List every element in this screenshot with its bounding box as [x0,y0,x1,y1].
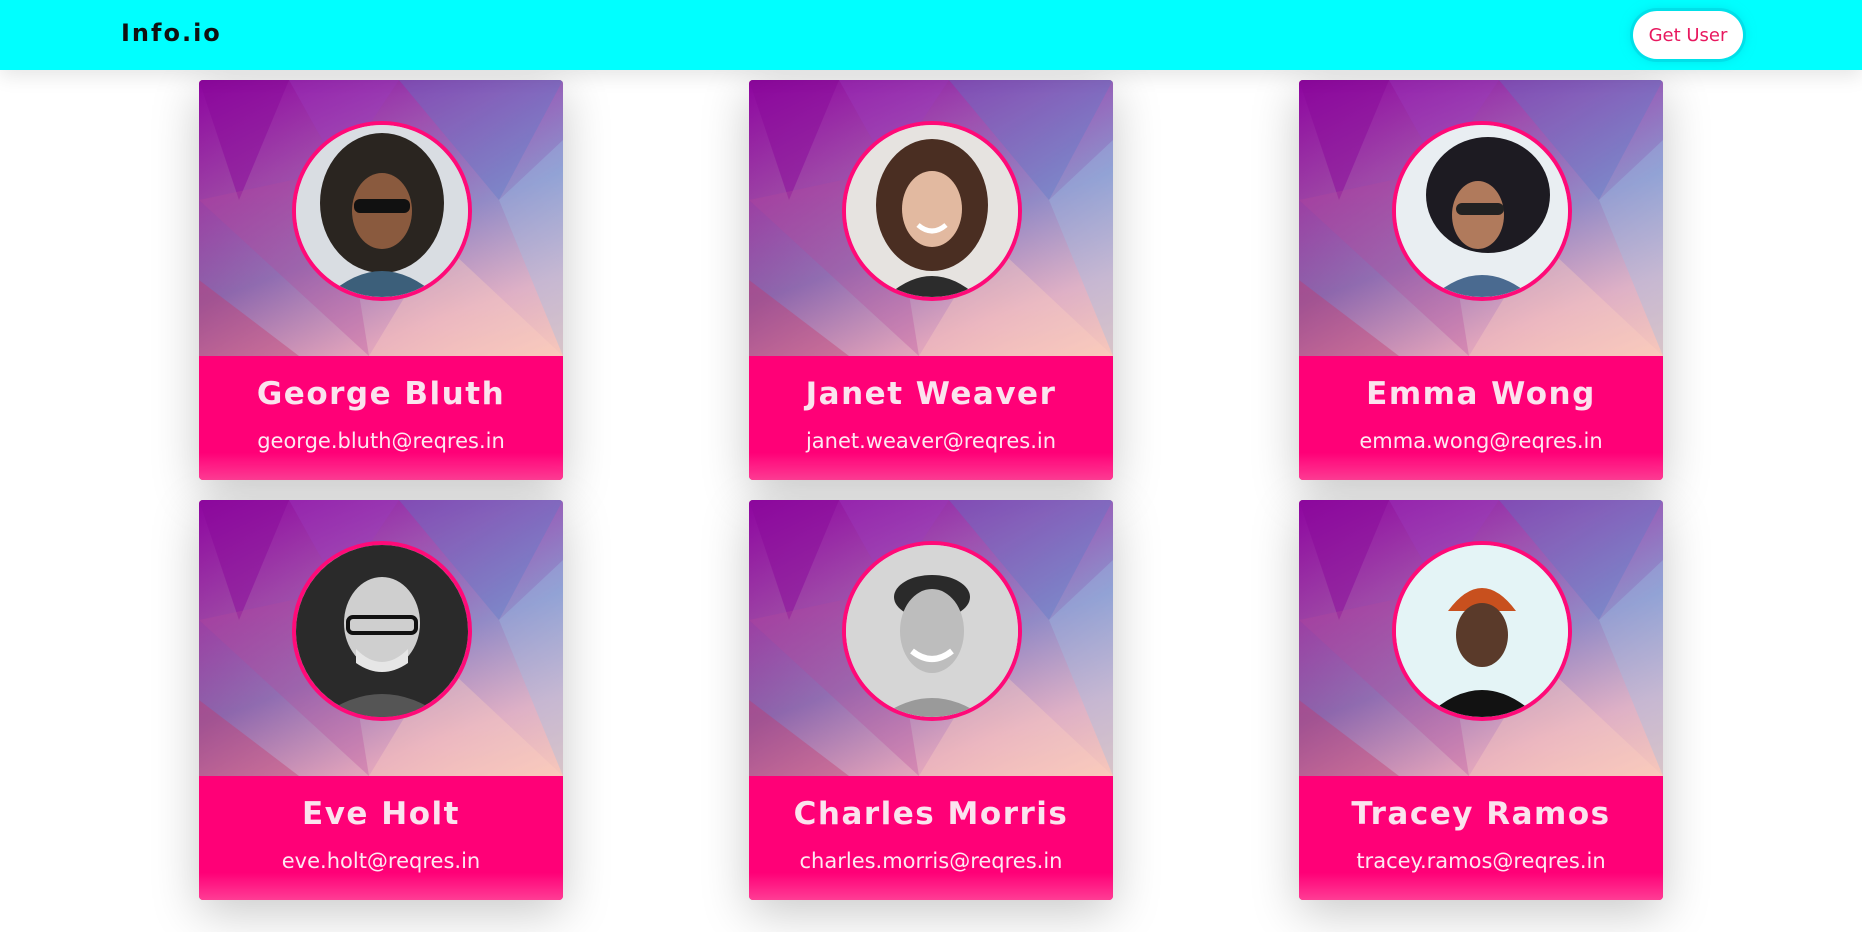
user-name: Eve Holt [302,796,460,832]
user-name: George Bluth [256,376,506,412]
user-email: emma.wong@reqres.in [1359,429,1603,453]
card-body: George Bluth george.bluth@reqres.in [199,356,563,480]
user-card: Eve Holt eve.holt@reqres.in [199,500,563,900]
user-name: Charles Morris [793,796,1069,832]
avatar [842,541,1022,721]
card-banner [199,500,563,776]
user-card: Charles Morris charles.morris@reqres.in [749,500,1113,900]
user-email: eve.holt@reqres.in [281,849,481,873]
brand-logo[interactable]: Info.io [121,19,222,47]
card-body: Eve Holt eve.holt@reqres.in [199,776,563,900]
card-banner [749,80,1113,356]
user-email: tracey.ramos@reqres.in [1356,849,1606,873]
avatar [1392,541,1572,721]
user-card: Emma Wong emma.wong@reqres.in [1299,80,1663,480]
avatar [292,541,472,721]
user-email: charles.morris@reqres.in [799,849,1063,873]
user-name: Emma Wong [1366,376,1596,412]
user-email: janet.weaver@reqres.in [805,429,1057,453]
card-body: Emma Wong emma.wong@reqres.in [1299,356,1663,480]
card-banner [199,80,563,356]
avatar [842,121,1022,301]
avatar [292,121,472,301]
card-body: Janet Weaver janet.weaver@reqres.in [749,356,1113,480]
user-email: george.bluth@reqres.in [257,429,505,453]
card-banner [749,500,1113,776]
user-card-grid: George Bluth george.bluth@reqres.in Jane… [0,0,1862,932]
user-card: Janet Weaver janet.weaver@reqres.in [749,80,1113,480]
card-body: Tracey Ramos tracey.ramos@reqres.in [1299,776,1663,900]
card-banner [1299,80,1663,356]
user-card: George Bluth george.bluth@reqres.in [199,80,563,480]
user-card: Tracey Ramos tracey.ramos@reqres.in [1299,500,1663,900]
card-banner [1299,500,1663,776]
user-name: Janet Weaver [805,376,1057,412]
card-body: Charles Morris charles.morris@reqres.in [749,776,1113,900]
navbar: Info.io Get User [0,0,1862,70]
user-name: Tracey Ramos [1351,796,1611,832]
get-user-button[interactable]: Get User [1633,11,1743,59]
avatar [1392,121,1572,301]
